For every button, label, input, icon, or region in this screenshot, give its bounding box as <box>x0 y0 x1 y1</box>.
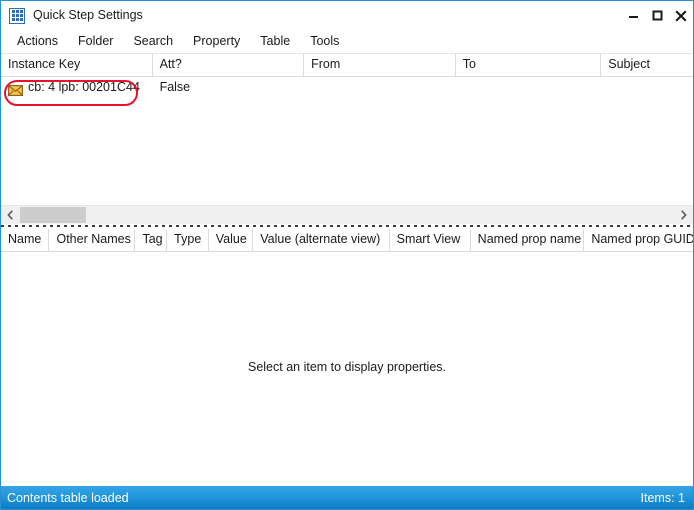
column-header-from[interactable]: From <box>304 54 456 76</box>
menu-item-table[interactable]: Table <box>250 32 300 52</box>
grid-dots-icon <box>9 7 25 24</box>
column-header-value-alternate[interactable]: Value (alternate view) <box>253 229 390 251</box>
column-header-tag[interactable]: Tag <box>135 229 168 251</box>
pane-splitter[interactable] <box>1 224 693 229</box>
title-bar: Quick Step Settings <box>1 1 693 30</box>
cell-instance-key[interactable]: cb: 4 lpb: 00201C44 <box>1 77 153 97</box>
application-window: Quick Step Settings Actions Folder Searc… <box>0 0 694 510</box>
column-header-value[interactable]: Value <box>208 229 254 251</box>
contents-horizontal-scrollbar[interactable] <box>1 205 693 224</box>
column-header-other-names[interactable]: Other Names <box>49 229 136 251</box>
menu-item-actions[interactable]: Actions <box>7 32 68 52</box>
minimize-icon <box>628 16 638 18</box>
menu-bar: Actions Folder Search Property Table Too… <box>1 30 693 54</box>
property-table-pane: Name Other Names Tag Type Value Value (a… <box>1 229 693 486</box>
property-table-header: Name Other Names Tag Type Value Value (a… <box>1 229 693 252</box>
menu-item-tools[interactable]: Tools <box>300 32 349 52</box>
chevron-right-icon[interactable] <box>674 206 693 224</box>
contents-table-pane: Instance Key Att? From To Subject cb: 4 … <box>1 54 693 224</box>
column-header-named-prop-name[interactable]: Named prop name <box>470 229 585 251</box>
chevron-left-icon[interactable] <box>1 206 20 224</box>
empty-state-message: Select an item to display properties. <box>247 360 447 374</box>
menu-item-property[interactable]: Property <box>183 32 250 52</box>
column-header-to[interactable]: To <box>455 54 602 76</box>
cell-att[interactable]: False <box>153 77 305 97</box>
column-header-instance-key[interactable]: Instance Key <box>1 54 153 76</box>
maximize-icon <box>652 10 662 21</box>
column-header-att[interactable]: Att? <box>152 54 305 76</box>
column-header-type[interactable]: Type <box>167 229 209 251</box>
minimize-button[interactable] <box>621 1 645 30</box>
contents-table-body: cb: 4 lpb: 00201C44 False <box>1 77 693 205</box>
contents-table-header: Instance Key Att? From To Subject <box>1 54 693 77</box>
column-header-smart-view[interactable]: Smart View <box>389 229 471 251</box>
item-count: Items: 1 <box>640 490 685 505</box>
envelope-icon <box>8 82 23 96</box>
property-table-body: Select an item to display properties. <box>1 252 693 486</box>
close-button[interactable] <box>669 1 693 30</box>
menu-item-folder[interactable]: Folder <box>68 32 123 52</box>
table-row[interactable]: cb: 4 lpb: 00201C44 False <box>1 77 693 97</box>
maximize-button[interactable] <box>645 1 669 30</box>
scrollbar-track[interactable] <box>20 206 674 224</box>
column-header-named-prop-guid[interactable]: Named prop GUID <box>584 229 693 251</box>
close-icon <box>675 9 687 22</box>
status-message: Contents table loaded <box>7 490 129 505</box>
column-header-subject[interactable]: Subject <box>601 54 693 76</box>
window-controls <box>621 1 693 30</box>
status-bar: Contents table loaded Items: 1 <box>1 486 693 509</box>
instance-key-text: cb: 4 lpb: 00201C44 <box>28 80 140 94</box>
column-header-name[interactable]: Name <box>1 229 50 251</box>
window-title: Quick Step Settings <box>33 8 143 23</box>
menu-item-search[interactable]: Search <box>123 32 183 52</box>
scrollbar-thumb[interactable] <box>20 207 86 223</box>
